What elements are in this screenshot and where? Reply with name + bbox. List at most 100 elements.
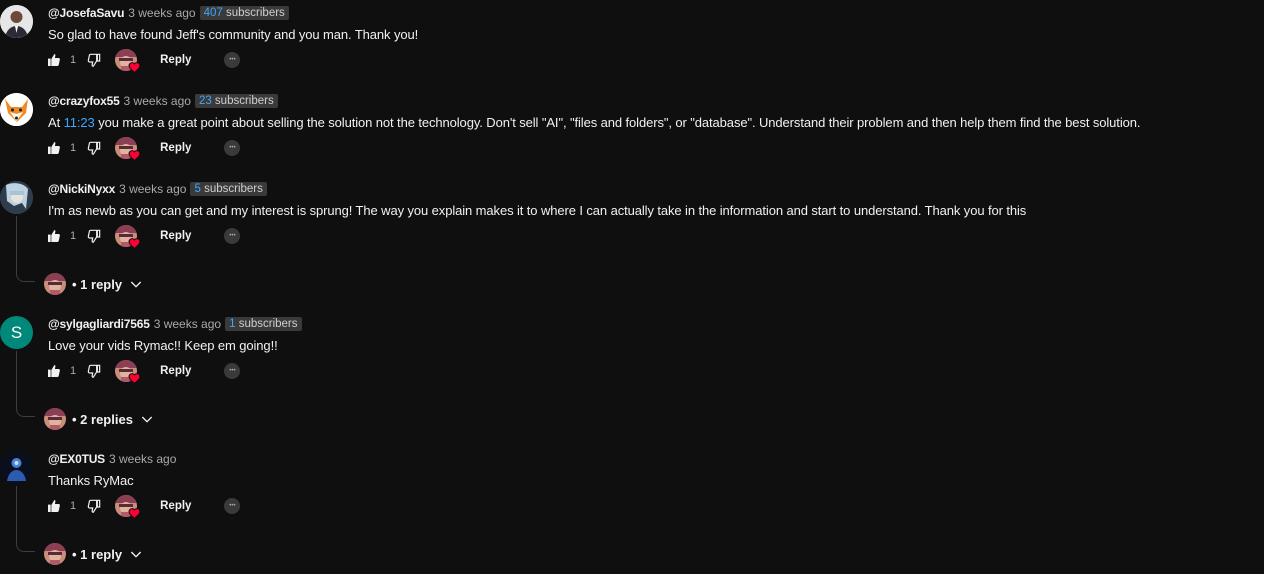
comment-text-start: At bbox=[48, 115, 64, 130]
more-actions-button[interactable]: ••• bbox=[224, 363, 241, 379]
view-replies-button[interactable]: • 1 reply bbox=[44, 543, 144, 565]
thumb-down-icon bbox=[86, 140, 102, 156]
more-actions-button[interactable]: ••• bbox=[224, 140, 241, 156]
author-name[interactable]: @crazyfox55 bbox=[48, 94, 120, 108]
reply-button[interactable]: Reply bbox=[160, 142, 191, 154]
avatar[interactable] bbox=[0, 5, 33, 38]
thumb-up-icon bbox=[46, 228, 62, 244]
dislike-button[interactable] bbox=[86, 363, 102, 379]
comment-time[interactable]: 3 weeks ago bbox=[109, 452, 176, 466]
subscriber-label: subscribers bbox=[211, 95, 274, 107]
heart-icon bbox=[128, 61, 141, 74]
subscriber-count: 23 bbox=[198, 95, 212, 107]
thumb-down-icon bbox=[86, 498, 102, 514]
reply-button[interactable]: Reply bbox=[160, 500, 191, 512]
like-button[interactable] bbox=[46, 363, 62, 379]
reply-button[interactable]: Reply bbox=[160, 365, 191, 377]
thread-line bbox=[16, 216, 35, 282]
subscriber-label: subscribers bbox=[235, 318, 298, 330]
comment-text: So glad to have found Jeff's community a… bbox=[48, 27, 419, 42]
dislike-button[interactable] bbox=[86, 140, 102, 156]
like-button[interactable] bbox=[46, 140, 62, 156]
comment-header: @JosefaSavu 3 weeks ago 407 subscribers bbox=[48, 6, 289, 20]
comment-actions: 1 Reply ••• bbox=[46, 46, 241, 74]
heart-icon bbox=[128, 372, 141, 385]
timestamp-link[interactable]: 11:23 bbox=[64, 115, 95, 130]
subscriber-badge: 5 subscribers bbox=[190, 182, 267, 196]
like-count: 1 bbox=[70, 230, 77, 242]
comment-time[interactable]: 3 weeks ago bbox=[119, 182, 186, 196]
avatar[interactable] bbox=[0, 451, 33, 484]
view-replies-button[interactable]: • 1 reply bbox=[44, 273, 144, 295]
blue-figure-icon bbox=[0, 451, 33, 484]
more-icon: ••• bbox=[229, 368, 236, 374]
more-icon: ••• bbox=[229, 57, 236, 63]
comment-actions: 1 Reply ••• bbox=[46, 134, 241, 162]
heart-icon bbox=[128, 237, 141, 250]
more-actions-button[interactable]: ••• bbox=[224, 498, 241, 514]
thumb-up-icon bbox=[46, 140, 62, 156]
thumb-up-icon bbox=[46, 363, 62, 379]
creator-avatar-icon bbox=[44, 273, 66, 295]
more-icon: ••• bbox=[229, 233, 236, 239]
like-count: 1 bbox=[70, 500, 77, 512]
person-in-suit-icon bbox=[0, 5, 33, 38]
comment-time[interactable]: 3 weeks ago bbox=[128, 6, 195, 20]
creator-avatar-icon bbox=[44, 543, 66, 565]
subscriber-badge: 407 subscribers bbox=[199, 6, 289, 20]
creator-heart bbox=[115, 360, 137, 382]
author-name[interactable]: @JosefaSavu bbox=[48, 6, 124, 20]
heart-icon bbox=[128, 149, 141, 162]
author-name[interactable]: @sylgagliardi7565 bbox=[48, 317, 150, 331]
avatar[interactable] bbox=[0, 93, 33, 126]
avatar[interactable]: S bbox=[0, 316, 33, 349]
like-button[interactable] bbox=[46, 498, 62, 514]
creator-avatar-icon bbox=[44, 408, 66, 430]
thumb-up-icon bbox=[46, 498, 62, 514]
replies-count: • 1 reply bbox=[72, 276, 123, 292]
replies-count: • 1 reply bbox=[72, 546, 123, 562]
thread-line bbox=[16, 486, 35, 552]
comment-header: @sylgagliardi7565 3 weeks ago 1 subscrib… bbox=[48, 317, 302, 331]
subscriber-label: subscribers bbox=[200, 183, 263, 195]
reply-button[interactable]: Reply bbox=[160, 230, 191, 242]
comment-time[interactable]: 3 weeks ago bbox=[154, 317, 221, 331]
comment-actions: 1 Reply ••• bbox=[46, 357, 241, 385]
more-actions-button[interactable]: ••• bbox=[224, 228, 241, 244]
dislike-button[interactable] bbox=[86, 52, 102, 68]
thumb-down-icon bbox=[86, 363, 102, 379]
more-actions-button[interactable]: ••• bbox=[224, 52, 241, 68]
thumb-up-icon bbox=[46, 52, 62, 68]
chevron-down-icon bbox=[128, 546, 144, 562]
thread-line bbox=[16, 351, 35, 417]
anime-character-icon bbox=[0, 181, 33, 214]
like-button[interactable] bbox=[46, 228, 62, 244]
more-icon: ••• bbox=[229, 503, 236, 509]
chevron-down-icon bbox=[128, 276, 144, 292]
avatar[interactable] bbox=[0, 181, 33, 214]
like-button[interactable] bbox=[46, 52, 62, 68]
comment-time[interactable]: 3 weeks ago bbox=[124, 94, 191, 108]
view-replies-button[interactable]: • 2 replies bbox=[44, 408, 155, 430]
author-name[interactable]: @EX0TUS bbox=[48, 452, 105, 466]
dislike-button[interactable] bbox=[86, 228, 102, 244]
comment-text: I'm as newb as you can get and my intere… bbox=[48, 203, 1027, 218]
like-count: 1 bbox=[70, 54, 77, 66]
thumb-down-icon bbox=[86, 228, 102, 244]
thumb-down-icon bbox=[86, 52, 102, 68]
comment-text: Thanks RyMac bbox=[48, 473, 134, 488]
reply-button[interactable]: Reply bbox=[160, 54, 191, 66]
subscriber-label: subscribers bbox=[222, 7, 285, 19]
comment-actions: 1 Reply ••• bbox=[46, 492, 241, 520]
dislike-button[interactable] bbox=[86, 498, 102, 514]
creator-heart bbox=[115, 137, 137, 159]
replies-count: • 2 replies bbox=[72, 411, 133, 427]
like-count: 1 bbox=[70, 365, 77, 377]
comment-text: At 11:23 you make a great point about se… bbox=[48, 115, 1140, 130]
chevron-down-icon bbox=[139, 411, 155, 427]
comment-header: @EX0TUS 3 weeks ago bbox=[48, 452, 176, 466]
creator-heart bbox=[115, 49, 137, 71]
author-name[interactable]: @NickiNyxx bbox=[48, 182, 115, 196]
heart-icon bbox=[128, 507, 141, 520]
subscriber-count: 407 bbox=[203, 7, 223, 19]
